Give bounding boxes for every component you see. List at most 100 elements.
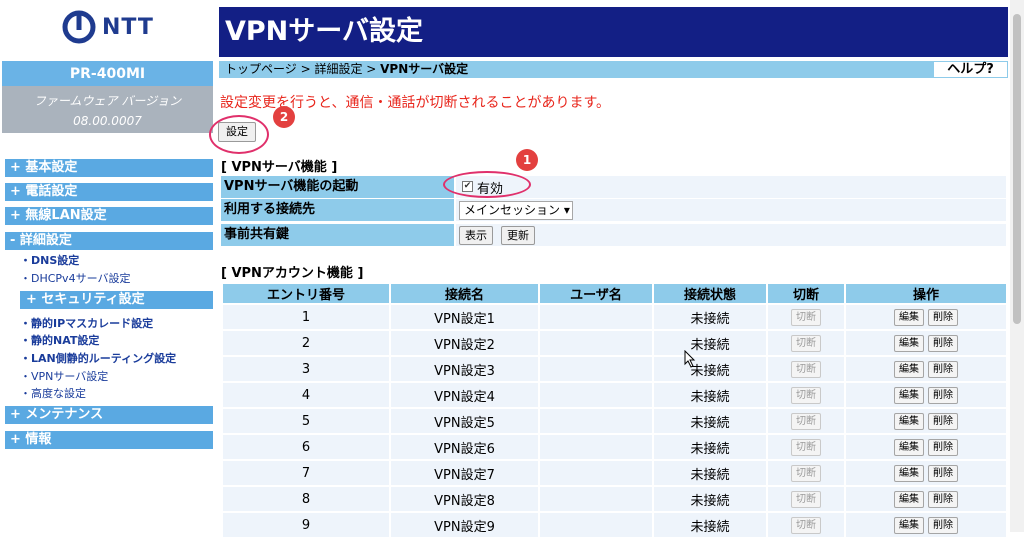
username-cell <box>540 435 652 459</box>
entry-number-cell: 2 <box>223 331 389 355</box>
disconnect-button[interactable]: 切断 <box>791 516 821 534</box>
mouse-cursor-icon <box>684 350 696 368</box>
edit-button[interactable]: 編集 <box>894 490 924 508</box>
menu-phone-settings[interactable]: + 電話設定 <box>5 183 213 201</box>
disconnect-button[interactable]: 切断 <box>791 438 821 456</box>
status-cell: 未接続 <box>654 435 766 459</box>
delete-button[interactable]: 削除 <box>928 464 958 482</box>
edit-button[interactable]: 編集 <box>894 334 924 352</box>
entry-number-cell: 4 <box>223 383 389 407</box>
status-cell: 未接続 <box>654 461 766 485</box>
menu-link-vpn-server[interactable]: ・VPNサーバ設定 <box>20 370 108 384</box>
delete-button[interactable]: 削除 <box>928 516 958 534</box>
disconnect-button[interactable]: 切断 <box>791 464 821 482</box>
edit-button[interactable]: 編集 <box>894 438 924 456</box>
disconnect-button[interactable]: 切断 <box>791 334 821 352</box>
table-row: 7 VPN設定7 未接続 切断 編集 削除 <box>223 461 1006 485</box>
entry-number-cell: 8 <box>223 487 389 511</box>
menu-link-lan-routing[interactable]: ・LAN側静的ルーティング設定 <box>20 352 176 366</box>
operation-cell: 編集 削除 <box>846 357 1006 381</box>
connection-target-select[interactable]: メインセッション ▾ <box>459 201 573 220</box>
annotation-badge-step1: 1 <box>516 149 538 171</box>
status-cell: 未接続 <box>654 305 766 329</box>
status-cell: 未接続 <box>654 357 766 381</box>
disconnect-button[interactable]: 切断 <box>791 490 821 508</box>
annotation-ring-enable <box>443 171 531 198</box>
menu-maintenance[interactable]: + メンテナンス <box>5 406 213 424</box>
username-cell <box>540 487 652 511</box>
edit-button[interactable]: 編集 <box>894 360 924 378</box>
delete-button[interactable]: 削除 <box>928 360 958 378</box>
edit-button[interactable]: 編集 <box>894 386 924 404</box>
col-operation: 操作 <box>846 284 1006 303</box>
entry-number-cell: 7 <box>223 461 389 485</box>
table-row: 4 VPN設定4 未接続 切断 編集 削除 <box>223 383 1006 407</box>
disconnect-button[interactable]: 切断 <box>791 386 821 404</box>
connection-target-label: 利用する接続先 <box>221 199 454 221</box>
menu-wlan-settings[interactable]: + 無線LAN設定 <box>5 207 213 225</box>
connection-name-cell: VPN設定5 <box>391 409 538 433</box>
menu-link-dhcpv4[interactable]: ・DHCPv4サーバ設定 <box>20 272 130 286</box>
delete-button[interactable]: 削除 <box>928 412 958 430</box>
menu-security-settings[interactable]: + セキュリティ設定 <box>20 291 213 309</box>
vpn-enable-value: ✔ 有効 <box>456 176 1006 198</box>
logo-text: NTT <box>102 14 154 40</box>
entry-number-cell: 5 <box>223 409 389 433</box>
entry-number-cell: 6 <box>223 435 389 459</box>
firmware-info: ファームウェア バージョン 08.00.0007 <box>2 86 213 133</box>
scrollbar-thumb[interactable] <box>1013 14 1021 324</box>
disconnect-cell: 切断 <box>768 487 844 511</box>
psk-row: 事前共有鍵 表示 更新 <box>221 224 1006 246</box>
sidebar: NTT PR-400MI ファームウェア バージョン 08.00.0007 + … <box>0 0 215 532</box>
edit-button[interactable]: 編集 <box>894 308 924 326</box>
username-cell <box>540 331 652 355</box>
disconnect-cell: 切断 <box>768 461 844 485</box>
username-cell <box>540 357 652 381</box>
help-button[interactable]: ヘルプ? <box>933 61 1008 78</box>
disconnect-button[interactable]: 切断 <box>791 412 821 430</box>
menu-info[interactable]: + 情報 <box>5 431 213 449</box>
vpn-account-table: エントリ番号 接続名 ユーザ名 接続状態 切断 操作 1 VPN設定1 未接続 切断編… <box>221 282 1008 539</box>
page-scrollbar[interactable] <box>1010 0 1024 532</box>
delete-button[interactable]: 削除 <box>928 386 958 404</box>
col-connection-status: 接続状態 <box>654 284 766 303</box>
psk-renew-button[interactable]: 更新 <box>501 226 535 245</box>
table-row: 5 VPN設定5 未接続 切断 編集 削除 <box>223 409 1006 433</box>
disconnect-button[interactable]: 切断 <box>791 308 821 326</box>
delete-button[interactable]: 削除 <box>928 334 958 352</box>
username-cell <box>540 305 652 329</box>
menu-link-dns[interactable]: ・DNS設定 <box>20 254 79 268</box>
operation-cell: 編集 削除 <box>846 409 1006 433</box>
disconnect-button[interactable]: 切断 <box>791 360 821 378</box>
connection-name-cell: VPN設定4 <box>391 383 538 407</box>
annotation-badge-step2: 2 <box>273 106 295 128</box>
table-row: 3 VPN設定3 未接続 切断 編集 削除 <box>223 357 1006 381</box>
model-name: PR-400MI <box>2 61 213 86</box>
menu-basic-settings[interactable]: + 基本設定 <box>5 159 213 177</box>
delete-button[interactable]: 削除 <box>928 438 958 456</box>
menu-link-static-ip-masq[interactable]: ・静的IPマスカレード設定 <box>20 317 153 331</box>
connection-name-cell: VPN設定2 <box>391 331 538 355</box>
delete-button[interactable]: 削除 <box>928 308 958 326</box>
operation-cell: 編集 削除 <box>846 513 1006 537</box>
table-row: 9 VPN設定9 未接続 切断 編集 削除 <box>223 513 1006 537</box>
table-row: 6 VPN設定6 未接続 切断 編集 削除 <box>223 435 1006 459</box>
edit-button[interactable]: 編集 <box>894 516 924 534</box>
disconnect-cell: 切断 <box>768 435 844 459</box>
edit-button[interactable]: 編集 <box>894 464 924 482</box>
delete-button[interactable]: 削除 <box>928 490 958 508</box>
breadcrumb: トップページ > 詳細設定 > VPNサーバ設定 <box>219 61 933 78</box>
disconnect-cell: 切断 <box>768 409 844 433</box>
menu-link-static-nat[interactable]: ・静的NAT設定 <box>20 334 99 348</box>
username-cell <box>540 461 652 485</box>
menu-link-advanced[interactable]: ・高度な設定 <box>20 387 86 401</box>
edit-button[interactable]: 編集 <box>894 412 924 430</box>
entry-number-cell: 1 <box>223 305 389 329</box>
menu-detail-settings[interactable]: - 詳細設定 <box>5 232 213 250</box>
col-disconnect: 切断 <box>768 284 844 303</box>
ntt-logo: NTT <box>62 9 154 45</box>
connection-name-cell: VPN設定8 <box>391 487 538 511</box>
status-cell: 未接続 <box>654 383 766 407</box>
annotation-ring-apply <box>209 115 269 154</box>
psk-show-button[interactable]: 表示 <box>459 226 493 245</box>
